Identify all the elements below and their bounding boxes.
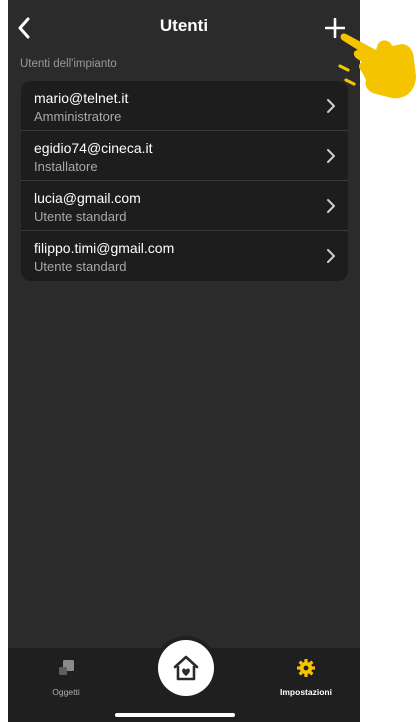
user-email: filippo.timi@gmail.com [34, 240, 175, 256]
tab-settings[interactable]: Impostazioni [266, 658, 346, 697]
section-label: Utenti dell'impianto [20, 58, 117, 70]
chevron-right-icon [327, 249, 335, 263]
user-row[interactable]: lucia@gmail.com Utente standard [21, 181, 348, 231]
tab-objects-label: Oggetti [52, 687, 80, 697]
users-list: mario@telnet.it Amministratore egidio74@… [21, 81, 348, 281]
user-role: Utente standard [34, 259, 127, 274]
tab-objects[interactable]: Oggetti [26, 658, 106, 697]
tab-settings-label: Impostazioni [280, 687, 332, 697]
header: Utenti [8, 0, 360, 56]
tab-bar: Oggetti Impostazioni [8, 640, 360, 722]
app-screen: Utenti Utenti dell'impianto mario@telnet… [8, 0, 360, 722]
pointing-hand-icon [338, 33, 416, 99]
user-row[interactable]: filippo.timi@gmail.com Utente standard [21, 231, 348, 281]
user-email: mario@telnet.it [34, 90, 129, 106]
user-row[interactable]: egidio74@cineca.it Installatore [21, 131, 348, 181]
user-role: Installatore [34, 159, 98, 174]
chevron-right-icon [327, 99, 335, 113]
objects-icon [59, 660, 74, 675]
user-email: egidio74@cineca.it [34, 140, 153, 156]
home-button[interactable] [158, 640, 214, 696]
page-title: Utenti [159, 16, 209, 35]
user-role: Amministratore [34, 109, 122, 124]
user-row[interactable]: mario@telnet.it Amministratore [21, 81, 348, 131]
user-role: Utente standard [34, 209, 127, 224]
chevron-right-icon [327, 199, 335, 213]
gear-icon [297, 659, 315, 677]
home-heart-icon [173, 655, 199, 681]
home-indicator [115, 713, 235, 717]
user-email: lucia@gmail.com [34, 190, 141, 206]
chevron-right-icon [327, 149, 335, 163]
